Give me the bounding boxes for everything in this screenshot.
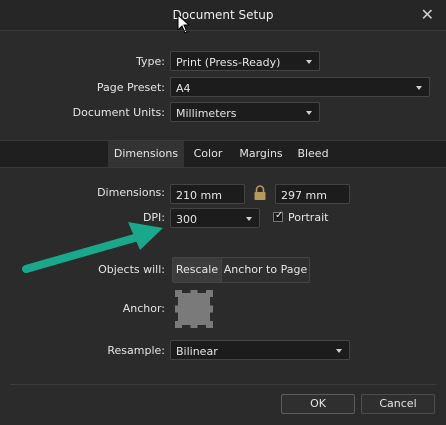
document-units-dropdown[interactable]: Millimeters	[170, 102, 320, 122]
title-divider	[0, 30, 446, 31]
chevron-down-icon	[306, 60, 312, 64]
width-value: 210 mm	[176, 189, 222, 202]
anchor-to-page-button[interactable]: Anchor to Page	[221, 258, 309, 282]
dimensions-label: Dimensions:	[97, 186, 165, 199]
chevron-down-icon	[306, 111, 312, 115]
type-value: Print (Press-Ready)	[176, 56, 281, 69]
type-label: Type:	[136, 55, 165, 68]
document-units-label: Document Units:	[72, 106, 165, 119]
resample-label: Resample:	[107, 344, 165, 357]
dpi-dropdown[interactable]: 300	[170, 208, 260, 228]
cancel-button[interactable]: Cancel	[361, 394, 435, 414]
resample-dropdown[interactable]: Bilinear	[170, 340, 350, 360]
chevron-down-icon	[336, 349, 342, 353]
tab-dimensions[interactable]: Dimensions	[108, 141, 184, 167]
chevron-down-icon	[416, 86, 422, 90]
tab-bleed[interactable]: Bleed	[292, 141, 334, 167]
page-preset-value: A4	[176, 82, 191, 95]
dpi-value: 300	[176, 213, 197, 226]
height-field[interactable]: 297 mm	[275, 184, 350, 204]
type-dropdown[interactable]: Print (Press-Ready)	[170, 51, 320, 71]
anchor-label: Anchor:	[122, 302, 165, 315]
tab-bar: Dimensions Color Margins Bleed	[0, 140, 446, 168]
page-preset-label: Page Preset:	[96, 81, 165, 94]
document-units-value: Millimeters	[176, 107, 237, 120]
height-value: 297 mm	[281, 189, 327, 202]
objects-will-label: Objects will:	[98, 263, 165, 276]
close-icon[interactable]: ✕	[421, 5, 434, 24]
window-title: Document Setup	[172, 8, 274, 22]
rescale-button[interactable]: Rescale	[173, 258, 221, 282]
tab-color[interactable]: Color	[188, 141, 228, 167]
mouse-cursor-icon	[177, 14, 189, 34]
resample-value: Bilinear	[176, 345, 218, 358]
objects-will-segmented: Rescale Anchor to Page	[172, 257, 310, 283]
tab-margins[interactable]: Margins	[234, 141, 288, 167]
page-preset-dropdown[interactable]: A4	[170, 77, 430, 97]
ok-button[interactable]: OK	[281, 394, 355, 414]
width-field[interactable]: 210 mm	[170, 184, 245, 204]
padlock-icon[interactable]	[253, 184, 267, 202]
checkmark-icon: ✓	[275, 210, 284, 221]
portrait-checkbox[interactable]: ✓	[273, 210, 284, 222]
anchor-selector[interactable]	[175, 290, 213, 328]
portrait-label: Portrait	[288, 211, 329, 224]
footer-divider	[10, 384, 436, 385]
chevron-down-icon	[246, 217, 252, 221]
